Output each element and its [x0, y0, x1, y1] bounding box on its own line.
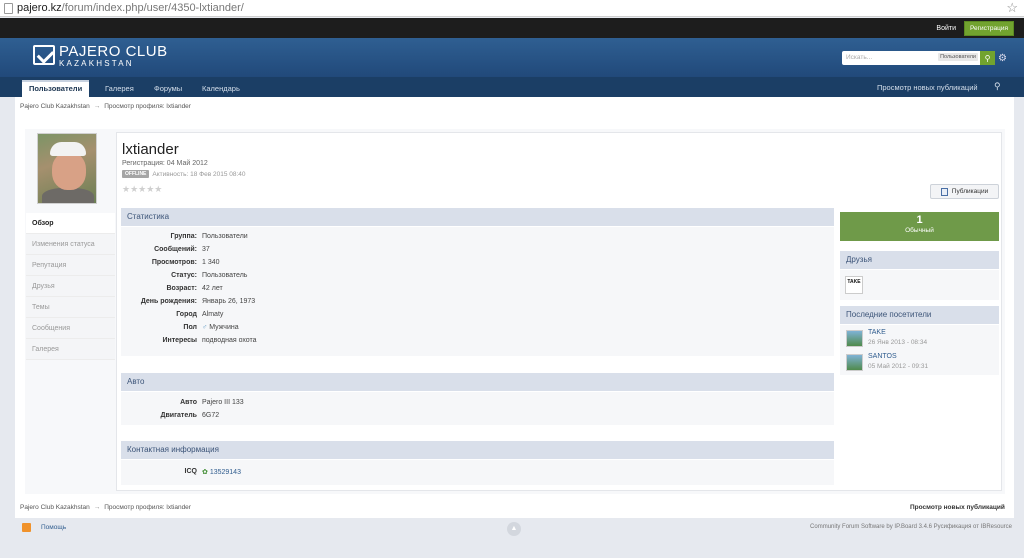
profile-container: Обзор Изменения статуса Репутация Друзья…: [25, 129, 1005, 494]
new-posts-link-bottom[interactable]: Просмотр новых публикаций: [910, 504, 1005, 511]
logo-subtitle: KAZAKHSTAN: [59, 59, 134, 68]
breadcrumb-root[interactable]: Pajero Club Kazakhstan: [20, 504, 90, 511]
bookmark-star-icon[interactable]: ☆: [1006, 0, 1018, 16]
rank-box: 1 Обычный: [840, 212, 999, 241]
menu-friends[interactable]: Друзья: [26, 276, 115, 297]
publications-button[interactable]: Публикации: [930, 184, 999, 199]
breadcrumb-current: Просмотр профиля: lxtiander: [104, 103, 191, 110]
friend-avatar[interactable]: TAKE: [845, 276, 863, 294]
contacts-body: ICQ ✿ 13529143: [121, 460, 834, 485]
icq-flower-icon: ✿: [202, 469, 210, 476]
search-icon[interactable]: ⚲: [980, 51, 995, 65]
profile-name: lxtiander: [122, 141, 179, 158]
gender-value: ♂ Мужчина: [202, 324, 239, 331]
last-activity: Активность: 18 Фев 2015 08:40: [152, 170, 246, 178]
menu-overview[interactable]: Обзор: [26, 213, 115, 234]
auto-header: Авто: [121, 373, 834, 391]
friends-header: Друзья: [840, 251, 999, 269]
rank-number: 1: [916, 214, 923, 226]
breadcrumb-current: Просмотр профиля: lxtiander: [104, 504, 191, 511]
url-text[interactable]: pajero.kz/forum/index.php/user/4350-lxti…: [17, 2, 244, 14]
address-bar[interactable]: pajero.kz/forum/index.php/user/4350-lxti…: [0, 0, 1024, 17]
logo-title: PAJERO CLUB: [59, 43, 168, 60]
visitor-date: 05 Май 2012 - 09:31: [868, 363, 929, 370]
registration-date: Регистрация: 04 Май 2012: [122, 160, 208, 167]
visitor-name[interactable]: SANTOS: [868, 353, 897, 360]
breadcrumb-arrow: →: [93, 103, 101, 110]
visitor-name[interactable]: TAKE: [868, 329, 886, 336]
site-footer: Помощь ▲ Community Forum Software by IP.…: [0, 518, 1024, 558]
help-link[interactable]: Помощь: [41, 524, 66, 531]
visitors-body: TAKE 26 Янв 2013 - 08:34 SANTOS 05 Май 2…: [840, 325, 999, 375]
breadcrumb-root[interactable]: Pajero Club Kazakhstan: [20, 103, 90, 110]
auto-body: Авто Pajero III 133 Двигатель 6G72: [121, 392, 834, 425]
search-scope-button[interactable]: Пользователи: [938, 53, 978, 61]
visitor-date: 26 Янв 2013 - 08:34: [868, 339, 928, 346]
friends-body: TAKE: [840, 270, 999, 300]
menu-posts[interactable]: Сообщения: [26, 318, 115, 339]
primary-nav: Пользователи Галерея Форумы Календарь Пр…: [0, 77, 1024, 97]
location-pin-icon[interactable]: ⚲: [994, 81, 1001, 92]
search-placeholder: Искать...: [846, 54, 873, 61]
copyright-text[interactable]: Community Forum Software by IP.Board 3.4…: [810, 524, 1012, 530]
menu-topics[interactable]: Темы: [26, 297, 115, 318]
menu-status-updates[interactable]: Изменения статуса: [26, 234, 115, 255]
visitor-avatar[interactable]: [846, 354, 863, 371]
login-link[interactable]: Войти: [936, 25, 956, 32]
search-input[interactable]: Искать... Пользователи: [842, 51, 980, 65]
icq-value[interactable]: ✿ 13529143: [202, 468, 241, 476]
tab-users[interactable]: Пользователи: [22, 80, 90, 97]
menu-reputation[interactable]: Репутация: [26, 255, 115, 276]
document-icon: [940, 187, 948, 196]
back-to-top-icon[interactable]: ▲: [507, 522, 521, 536]
tab-gallery[interactable]: Галерея: [98, 80, 141, 97]
stats-body: Группа: Пользователи Сообщений: 37 Просмот…: [121, 227, 834, 356]
rating-stars-icon[interactable]: ★★★★★: [122, 184, 162, 195]
register-button[interactable]: Регистрация: [964, 20, 1014, 36]
breadcrumb: Pajero Club Kazakhstan → Просмотр профиля:…: [20, 103, 191, 110]
profile-menu: Обзор Изменения статуса Репутация Друзья…: [26, 213, 115, 360]
publications-label: Публикации: [951, 188, 989, 195]
visitor-avatar[interactable]: [846, 330, 863, 347]
online-status: OFFLINE Активность: 18 Фев 2015 08:40: [122, 170, 246, 178]
breadcrumb-bottom: Pajero Club Kazakhstan → Просмотр профиля:…: [20, 504, 191, 511]
menu-gallery[interactable]: Галерея: [26, 339, 115, 360]
visitors-header: Последние посетители: [840, 306, 999, 324]
logo-icon: [33, 45, 55, 65]
page-content: Pajero Club Kazakhstan → Просмотр профиля:…: [15, 97, 1014, 518]
profile-photo: [37, 133, 97, 204]
new-posts-link[interactable]: Просмотр новых публикаций: [877, 83, 978, 92]
tab-calendar[interactable]: Календарь: [195, 80, 247, 97]
gear-icon[interactable]: ⚙: [998, 53, 1007, 64]
site-header: PAJERO CLUB KAZAKHSTAN Искать... Пользов…: [0, 38, 1024, 77]
user-bar: Войти Регистрация: [0, 18, 1024, 38]
tab-forums[interactable]: Форумы: [147, 80, 189, 97]
stats-header: Статистика: [121, 208, 834, 226]
contacts-header: Контактная информация: [121, 441, 834, 459]
site-logo[interactable]: PAJERO CLUB KAZAKHSTAN: [33, 44, 168, 69]
profile-main: lxtiander Регистрация: 04 Май 2012 OFFLI…: [116, 132, 1002, 491]
rank-label: Обычный: [905, 227, 934, 234]
breadcrumb-arrow: →: [93, 504, 101, 511]
page-icon: [4, 2, 13, 14]
offline-badge: OFFLINE: [122, 170, 150, 178]
rss-icon[interactable]: [22, 523, 31, 532]
search-form: Искать... Пользователи ⚲ ⚙: [842, 51, 1007, 65]
